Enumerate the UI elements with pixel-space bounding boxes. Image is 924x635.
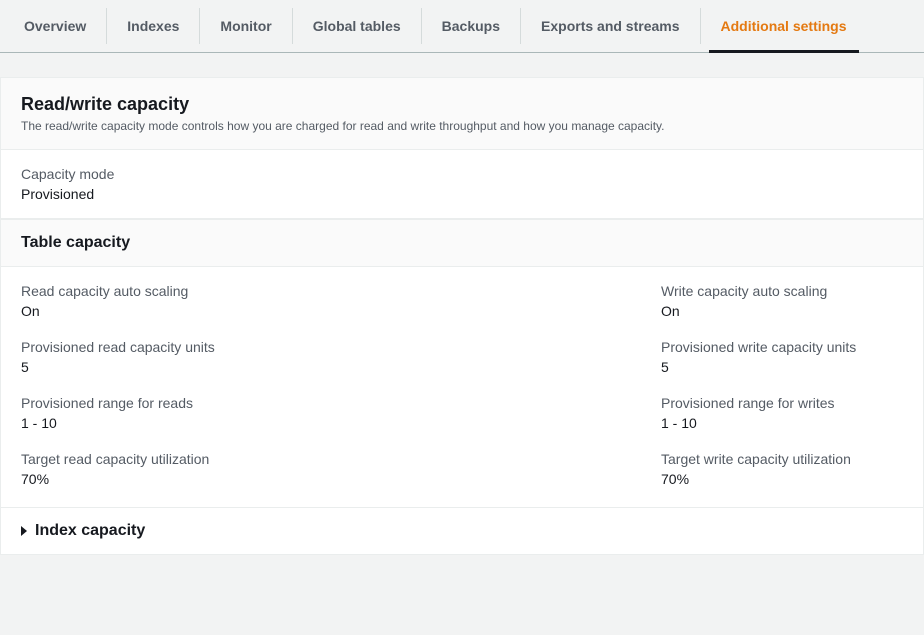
tab-exports-and-streams[interactable]: Exports and streams (521, 8, 701, 44)
write-provisioned-units-value: 5 (661, 359, 903, 375)
panel-header: Read/write capacity The read/write capac… (1, 78, 923, 150)
tab-monitor[interactable]: Monitor (200, 8, 292, 44)
read-target-util-value: 70% (21, 471, 661, 487)
write-capacity-column: Write capacity auto scaling On Provision… (661, 283, 903, 487)
caret-right-icon (21, 526, 27, 536)
tab-bar: Overview Indexes Monitor Global tables B… (0, 0, 924, 53)
panel-description: The read/write capacity mode controls ho… (21, 119, 903, 133)
write-target-util-value: 70% (661, 471, 903, 487)
capacity-mode-value: Provisioned (21, 186, 903, 202)
index-capacity-toggle[interactable]: Index capacity (1, 508, 923, 554)
read-auto-scaling-label: Read capacity auto scaling (21, 283, 661, 299)
read-target-util-label: Target read capacity utilization (21, 451, 661, 467)
index-capacity-heading: Index capacity (35, 522, 145, 540)
read-range-label: Provisioned range for reads (21, 395, 661, 411)
tab-global-tables[interactable]: Global tables (293, 8, 422, 44)
read-capacity-column: Read capacity auto scaling On Provisione… (21, 283, 661, 487)
capacity-mode-section: Capacity mode Provisioned (1, 150, 923, 219)
table-capacity-heading: Table capacity (1, 219, 923, 267)
read-auto-scaling-value: On (21, 303, 661, 319)
write-range-value: 1 - 10 (661, 415, 903, 431)
tab-overview[interactable]: Overview (4, 8, 107, 44)
write-auto-scaling-value: On (661, 303, 903, 319)
write-range-label: Provisioned range for writes (661, 395, 903, 411)
tab-indexes[interactable]: Indexes (107, 8, 200, 44)
panel-title: Read/write capacity (21, 94, 903, 115)
write-auto-scaling-label: Write capacity auto scaling (661, 283, 903, 299)
capacity-mode-label: Capacity mode (21, 166, 903, 182)
read-range-value: 1 - 10 (21, 415, 661, 431)
tab-additional-settings[interactable]: Additional settings (701, 8, 867, 44)
table-capacity-details: Read capacity auto scaling On Provisione… (1, 267, 923, 508)
write-provisioned-units-label: Provisioned write capacity units (661, 339, 903, 355)
tab-backups[interactable]: Backups (422, 8, 521, 44)
read-write-capacity-panel: Read/write capacity The read/write capac… (0, 77, 924, 555)
read-provisioned-units-label: Provisioned read capacity units (21, 339, 661, 355)
read-provisioned-units-value: 5 (21, 359, 661, 375)
write-target-util-label: Target write capacity utilization (661, 451, 903, 467)
